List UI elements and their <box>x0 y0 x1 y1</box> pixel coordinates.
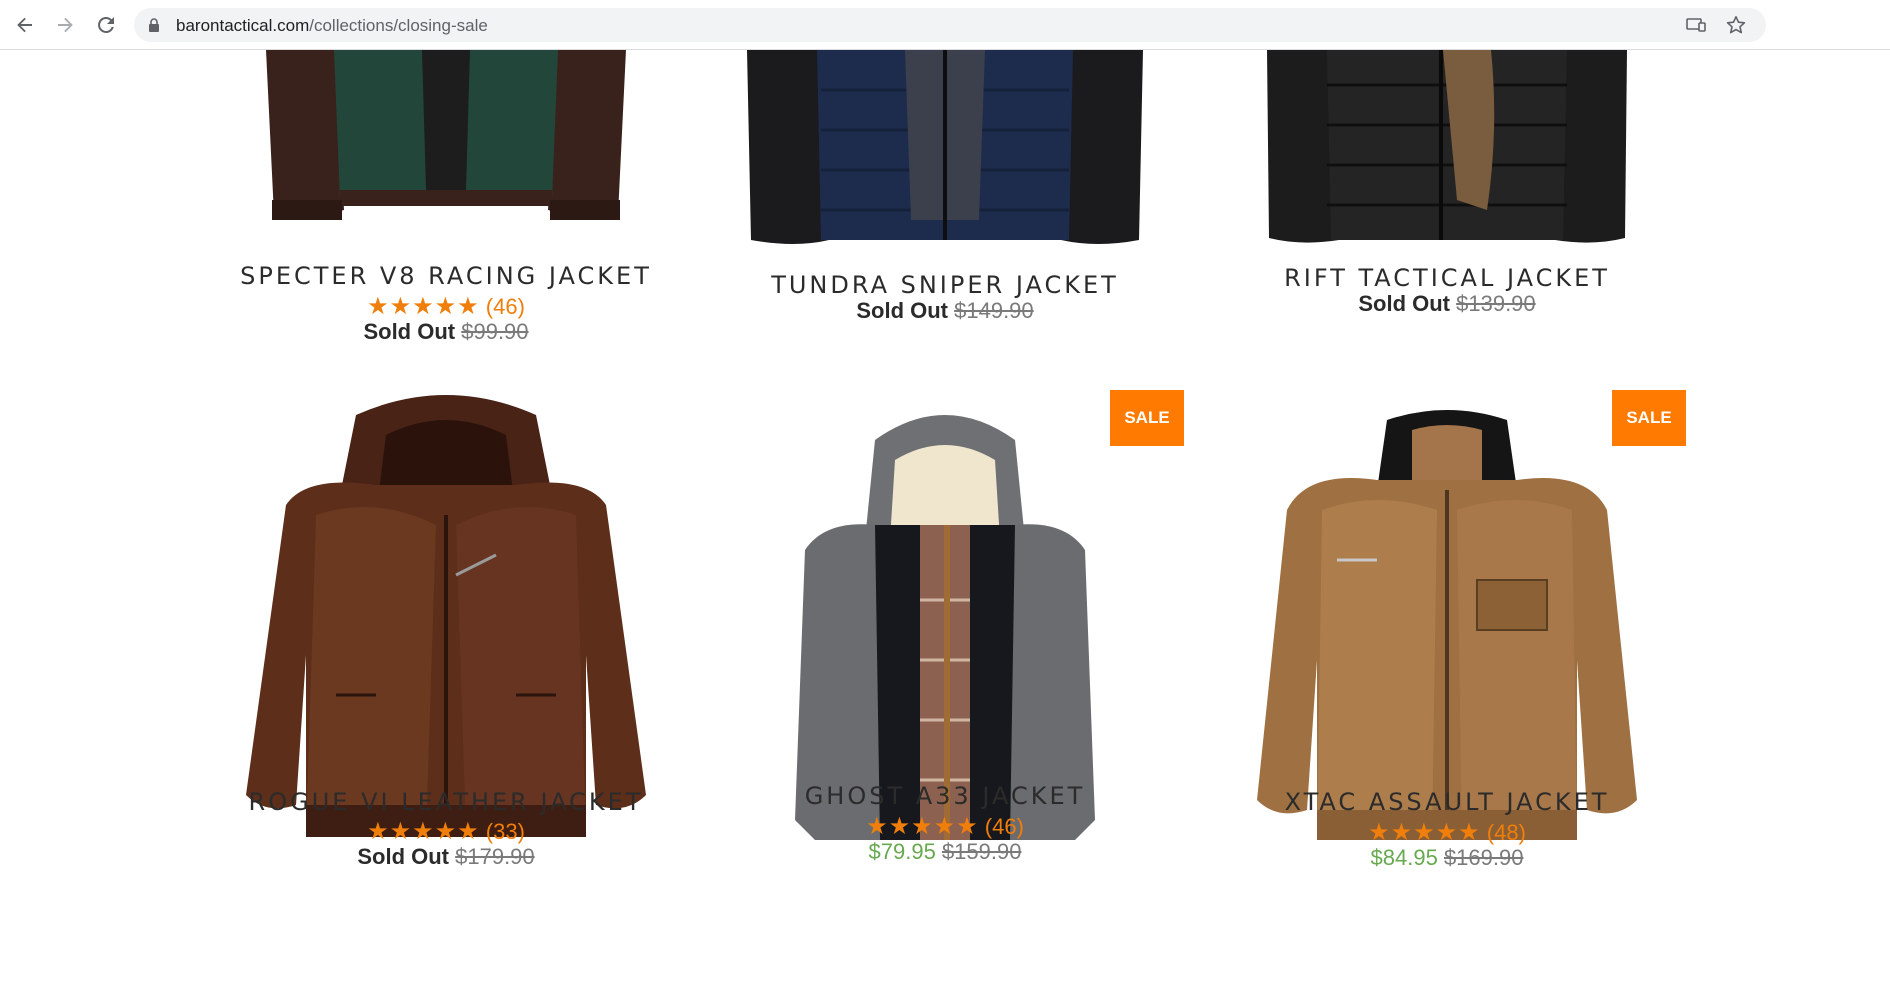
product-price: Sold Out $149.90 <box>725 298 1165 324</box>
url-text: barontactical.com/collections/closing-sa… <box>176 16 488 35</box>
sale-price: $79.95 <box>868 839 936 864</box>
rating-stars-icon: ★★★★★ <box>1368 819 1481 846</box>
product-price: Sold Out $99.90 <box>226 319 666 345</box>
forward-arrow-icon[interactable] <box>52 12 78 38</box>
compare-at-price: $99.90 <box>461 319 529 344</box>
address-bar[interactable]: barontactical.com/collections/closing-sa… <box>134 8 1766 42</box>
rating-stars-icon: ★★★★★ <box>367 818 480 845</box>
review-count: (48) <box>1486 820 1526 845</box>
compare-at-price: $169.90 <box>1443 845 1524 870</box>
product-price: $84.95 $169.90 <box>1227 845 1667 871</box>
compare-at-price: $179.90 <box>455 844 535 869</box>
sold-out-label: Sold Out <box>856 298 948 323</box>
rating-stars-icon: ★★★★★ <box>367 293 480 320</box>
review-count: (33) <box>485 819 525 844</box>
compare-at-price: $149.90 <box>954 298 1034 323</box>
product-image[interactable] <box>725 50 1165 250</box>
product-title[interactable]: GHOST A33 JACKET <box>725 782 1165 810</box>
product-title[interactable]: SPECTER V8 RACING JACKET <box>226 262 666 290</box>
product-grid: SPECTER V8 RACING JACKET ★★★★★ (46) Sold… <box>0 50 1890 995</box>
reload-icon[interactable] <box>93 12 119 38</box>
product-title[interactable]: RIFT TACTICAL JACKET <box>1227 264 1667 292</box>
lock-icon <box>149 18 159 32</box>
product-rating: ★★★★★ (46) <box>226 292 666 321</box>
compare-at-price: $139.90 <box>1456 291 1536 316</box>
cast-icon[interactable] <box>1686 15 1706 35</box>
product-image[interactable] <box>226 50 666 240</box>
product-rating: ★★★★★ (46) <box>725 812 1165 841</box>
rating-stars-icon: ★★★★★ <box>866 813 979 840</box>
product-title[interactable]: XTAC ASSAULT JACKET <box>1227 788 1667 816</box>
product-title[interactable]: ROGUE VI LEATHER JACKET <box>226 788 666 816</box>
product-price: Sold Out $139.90 <box>1227 291 1667 317</box>
sale-price: $84.95 <box>1370 845 1438 870</box>
browser-toolbar: barontactical.com/collections/closing-sa… <box>0 0 1890 50</box>
product-price: $79.95 $159.90 <box>725 839 1165 865</box>
bookmark-star-icon[interactable] <box>1726 15 1746 35</box>
compare-at-price: $159.90 <box>941 839 1022 864</box>
product-rating: ★★★★★ (48) <box>1227 818 1667 847</box>
review-count: (46) <box>984 814 1024 839</box>
sale-badge: SALE <box>1612 390 1686 446</box>
product-rating: ★★★★★ (33) <box>226 817 666 846</box>
sale-badge: SALE <box>1110 390 1184 446</box>
sold-out-label: Sold Out <box>1358 291 1450 316</box>
sold-out-label: Sold Out <box>363 319 456 344</box>
product-image[interactable] <box>1227 50 1667 245</box>
review-count: (46) <box>485 294 525 319</box>
product-title[interactable]: TUNDRA SNIPER JACKET <box>725 271 1165 299</box>
product-price: Sold Out $179.90 <box>226 844 666 870</box>
sold-out-label: Sold Out <box>357 844 449 869</box>
back-arrow-icon[interactable] <box>12 12 38 38</box>
